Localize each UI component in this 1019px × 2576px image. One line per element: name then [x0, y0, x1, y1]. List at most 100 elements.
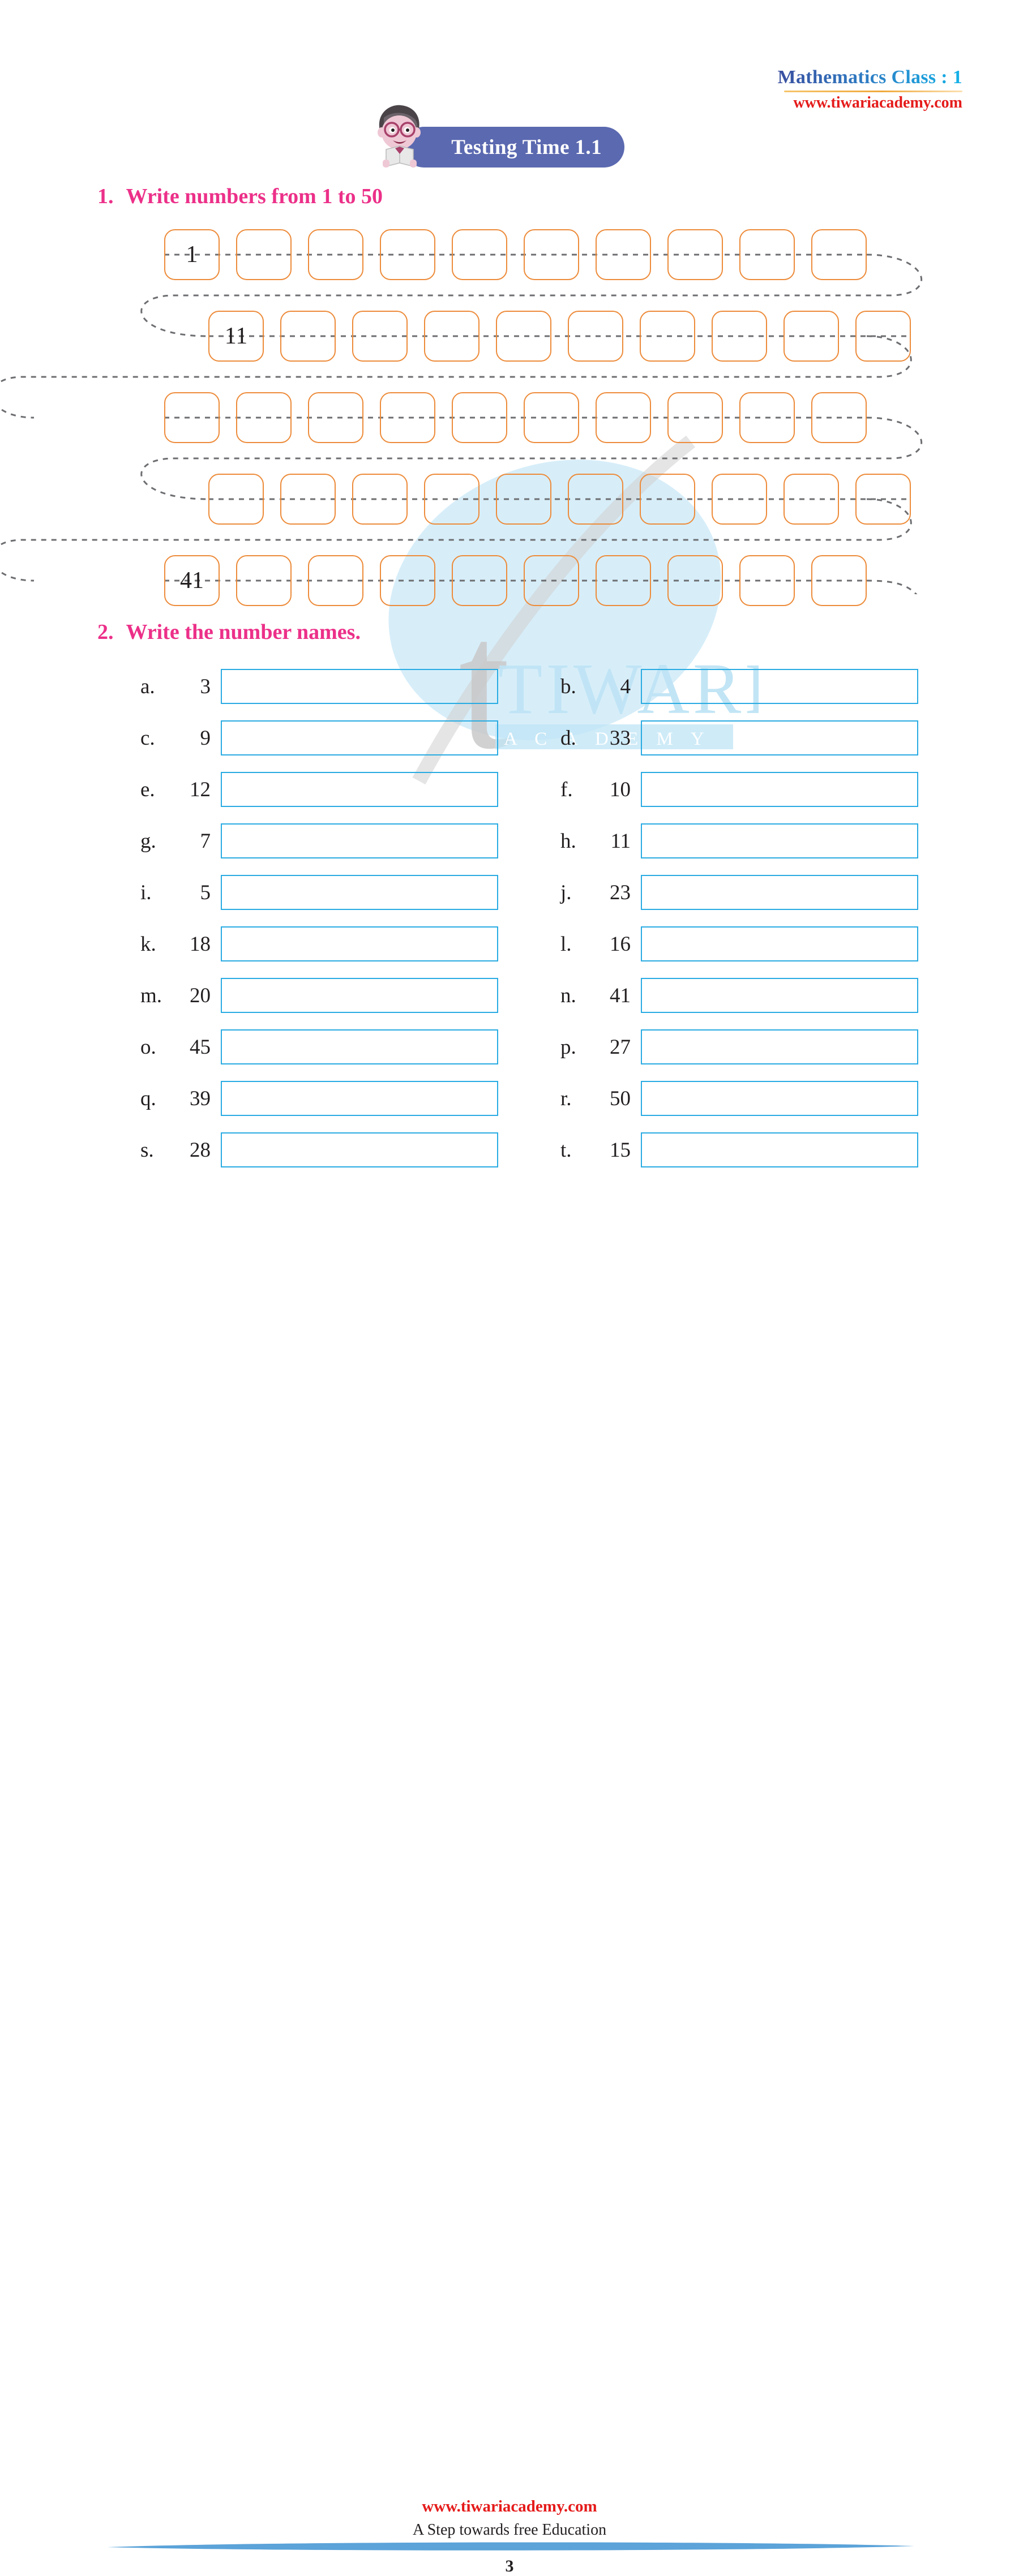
- number-name-answer-box-r[interactable]: [641, 1081, 918, 1116]
- number-box-filled-11[interactable]: 11: [208, 311, 264, 362]
- number-name-answer-box-b[interactable]: [641, 669, 918, 704]
- number-box-r3-c9[interactable]: [855, 474, 911, 525]
- number-name-row-g: g. 7: [140, 823, 498, 858]
- number-name-answer-box-t[interactable]: [641, 1132, 918, 1167]
- number-box-r2-c5[interactable]: [524, 392, 579, 443]
- number-name-item-value: 10: [610, 778, 631, 801]
- number-name-answer-box-q[interactable]: [221, 1081, 498, 1116]
- number-box-r0-c1[interactable]: [236, 229, 292, 280]
- number-box-r0-c9[interactable]: [811, 229, 867, 280]
- number-box-r2-c7[interactable]: [667, 392, 723, 443]
- number-name-row-c: c. 9: [140, 720, 498, 755]
- number-box-filled-41[interactable]: 41: [164, 555, 220, 606]
- number-name-row-r: r. 50: [560, 1081, 918, 1116]
- number-box-r1-c3[interactable]: [424, 311, 479, 362]
- number-name-answer-box-i[interactable]: [221, 875, 498, 910]
- number-box-r4-c9[interactable]: [811, 555, 867, 606]
- number-box-r2-c4[interactable]: [452, 392, 507, 443]
- number-box-r4-c6[interactable]: [596, 555, 651, 606]
- number-box-r2-c3[interactable]: [380, 392, 435, 443]
- footer-divider: [108, 2542, 914, 2551]
- number-box-r1-c5[interactable]: [568, 311, 623, 362]
- number-name-answer-box-m[interactable]: [221, 978, 498, 1013]
- number-name-item-value: 28: [190, 1138, 211, 1162]
- number-name-row-f: f. 10: [560, 772, 918, 807]
- number-box-r2-c2[interactable]: [308, 392, 363, 443]
- number-name-answer-box-e[interactable]: [221, 772, 498, 807]
- number-name-item-value: 9: [200, 726, 211, 750]
- number-name-answer-box-c[interactable]: [221, 720, 498, 755]
- number-name-row-h: h. 11: [560, 823, 918, 858]
- number-box-r1-c7[interactable]: [712, 311, 767, 362]
- number-name-answer-box-n[interactable]: [641, 978, 918, 1013]
- number-box-r3-c3[interactable]: [424, 474, 479, 525]
- number-name-answer-box-s[interactable]: [221, 1132, 498, 1167]
- number-box-filled-1[interactable]: 1: [164, 229, 220, 280]
- number-box-r3-c0[interactable]: [208, 474, 264, 525]
- number-name-answer-box-o[interactable]: [221, 1029, 498, 1064]
- page-number: 3: [505, 2557, 514, 2575]
- number-box-r0-c5[interactable]: [524, 229, 579, 280]
- number-box-r0-c8[interactable]: [739, 229, 795, 280]
- number-box-r4-c5[interactable]: [524, 555, 579, 606]
- number-box-r3-c2[interactable]: [352, 474, 408, 525]
- number-box-r4-c2[interactable]: [308, 555, 363, 606]
- number-name-answer-box-p[interactable]: [641, 1029, 918, 1064]
- number-name-row-t: t. 15: [560, 1132, 918, 1167]
- number-name-answer-box-d[interactable]: [641, 720, 918, 755]
- number-box-r0-c2[interactable]: [308, 229, 363, 280]
- number-name-row-l: l. 16: [560, 926, 918, 961]
- number-box-r2-c9[interactable]: [811, 392, 867, 443]
- number-name-item-label: n.: [560, 984, 576, 1007]
- number-name-item-value: 11: [610, 829, 631, 853]
- number-name-answer-box-f[interactable]: [641, 772, 918, 807]
- number-box-r4-c7[interactable]: [667, 555, 723, 606]
- number-box-r1-c8[interactable]: [783, 311, 839, 362]
- number-name-item-value: 50: [610, 1087, 631, 1110]
- number-box-r2-c1[interactable]: [236, 392, 292, 443]
- number-box-r4-c1[interactable]: [236, 555, 292, 606]
- number-name-item-label: f.: [560, 778, 573, 801]
- footer-website-link[interactable]: www.tiwariacademy.com: [0, 2497, 1019, 2516]
- number-box-r3-c7[interactable]: [712, 474, 767, 525]
- number-box-r0-c6[interactable]: [596, 229, 651, 280]
- number-name-answer-box-g[interactable]: [221, 823, 498, 858]
- number-name-answer-box-j[interactable]: [641, 875, 918, 910]
- number-box-r3-c6[interactable]: [640, 474, 695, 525]
- number-box-r4-c3[interactable]: [380, 555, 435, 606]
- boy-reading-book-icon: [378, 105, 421, 168]
- number-box-r2-c8[interactable]: [739, 392, 795, 443]
- number-name-item-label: l.: [560, 932, 572, 956]
- number-box-r1-c4[interactable]: [496, 311, 551, 362]
- number-box-r0-c4[interactable]: [452, 229, 507, 280]
- number-name-item-label: d.: [560, 726, 576, 750]
- number-box-r0-c3[interactable]: [380, 229, 435, 280]
- number-box-r2-c0[interactable]: [164, 392, 220, 443]
- number-box-r4-c8[interactable]: [739, 555, 795, 606]
- number-box-r1-c2[interactable]: [352, 311, 408, 362]
- header-website-link[interactable]: www.tiwariacademy.com: [778, 94, 962, 112]
- number-box-r1-c9[interactable]: [855, 311, 911, 362]
- question-1-text: Write numbers from 1 to 50: [126, 184, 383, 208]
- number-box-r3-c4[interactable]: [496, 474, 551, 525]
- header-underline: [784, 91, 962, 92]
- number-name-item-label: q.: [140, 1087, 156, 1110]
- number-box-r1-c6[interactable]: [640, 311, 695, 362]
- number-name-item-label: b.: [560, 675, 576, 698]
- number-name-item-value: 18: [190, 932, 211, 956]
- number-box-r3-c8[interactable]: [783, 474, 839, 525]
- number-box-r1-c1[interactable]: [280, 311, 336, 362]
- number-name-item-value: 39: [190, 1087, 211, 1110]
- number-box-r3-c1[interactable]: [280, 474, 336, 525]
- number-name-answer-box-k[interactable]: [221, 926, 498, 961]
- number-name-answer-box-h[interactable]: [641, 823, 918, 858]
- number-box-r4-c4[interactable]: [452, 555, 507, 606]
- number-box-r3-c5[interactable]: [568, 474, 623, 525]
- footer-tagline: A Step towards free Education: [412, 2521, 607, 2539]
- number-box-r2-c6[interactable]: [596, 392, 651, 443]
- number-box-r0-c7[interactable]: [667, 229, 723, 280]
- number-name-item-value: 5: [200, 881, 211, 904]
- number-name-answer-box-l[interactable]: [641, 926, 918, 961]
- number-name-answer-box-a[interactable]: [221, 669, 498, 704]
- number-name-item-value: 3: [200, 675, 211, 698]
